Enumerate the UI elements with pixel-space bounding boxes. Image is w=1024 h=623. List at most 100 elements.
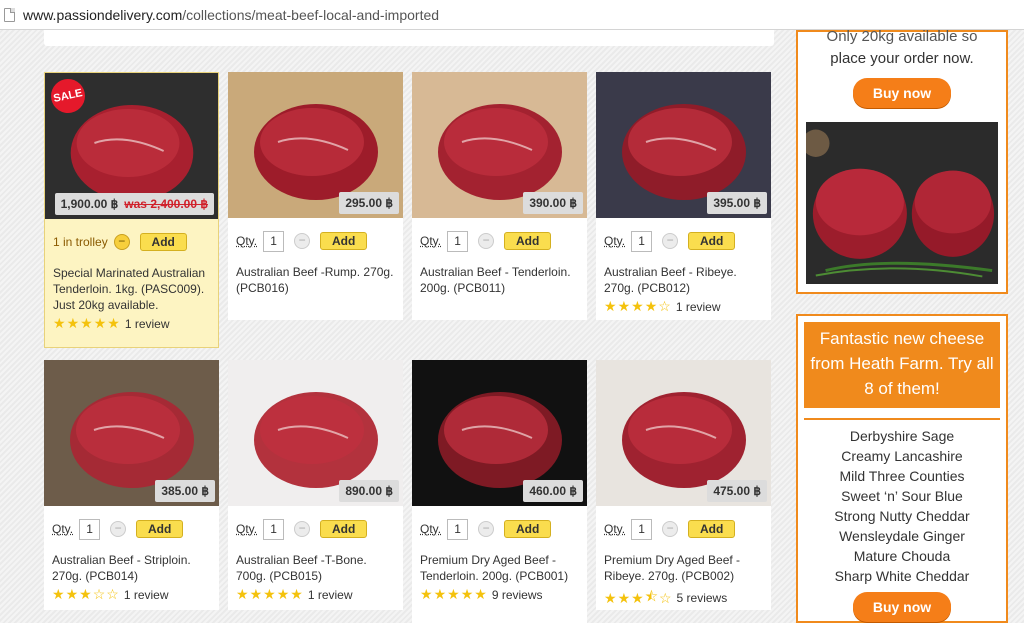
cheese-item: Derbyshire Sage [849, 428, 955, 444]
product-title[interactable]: Australian Beef -T-Bone. 700g. (PCB015) [236, 552, 395, 584]
price-tag: 460.00 ฿ [523, 480, 583, 502]
qty-input[interactable]: 1 [447, 518, 469, 540]
cheese-item: Sharp White Cheddar [834, 568, 970, 584]
product-image[interactable]: 890.00 ฿ [228, 360, 403, 506]
rating[interactable]: ★ ★ ★ ★ ☆ 1 review [604, 298, 763, 315]
add-button[interactable]: Add [136, 520, 184, 538]
rating[interactable]: ★ ★ ★ ☆ ☆ 1 review [52, 586, 211, 603]
price: 475.00 ฿ [713, 484, 761, 498]
price-tag: 385.00 ฿ [155, 480, 215, 502]
decrease-qty-button[interactable]: − [662, 521, 679, 537]
price: 395.00 ฿ [713, 196, 761, 210]
review-count[interactable]: 1 review [676, 300, 721, 314]
decrease-qty-button[interactable]: − [662, 233, 679, 249]
rating[interactable]: ★ ★ ★ ⯪ ☆ 5 reviews [604, 586, 763, 610]
decrease-qty-button[interactable]: − [478, 521, 495, 537]
product-image[interactable]: 460.00 ฿ [412, 360, 587, 506]
review-count[interactable]: 5 reviews [677, 591, 728, 605]
star-icon: ★ [263, 586, 277, 602]
rating[interactable]: ★ ★ ★ ★ ★ 1 review [53, 315, 210, 332]
price-tag: 295.00 ฿ [339, 192, 399, 214]
product-title[interactable]: Australian Beef - Ribeye. 270g. (PCB012) [604, 264, 763, 296]
decrease-qty-button[interactable]: − [113, 234, 130, 250]
qty-row: Qty. 1 − Add [420, 228, 587, 254]
review-count[interactable]: 9 reviews [492, 588, 543, 602]
product-image[interactable]: 395.00 ฿ [596, 72, 771, 218]
cheese-buy-now-button[interactable]: Buy now [853, 592, 951, 622]
qty-input[interactable]: 1 [631, 230, 653, 252]
product-image[interactable]: SALE 1,900.00 ฿ was 2,400.00 ฿ [45, 73, 218, 219]
star-icon: ★ [290, 586, 304, 602]
product-image[interactable]: 385.00 ฿ [44, 360, 219, 506]
add-button[interactable]: Add [688, 520, 736, 538]
star-icon: ☆ [92, 586, 107, 602]
product-image[interactable]: 390.00 ฿ [412, 72, 587, 218]
add-button[interactable]: Add [504, 232, 552, 250]
product-card: 460.00 ฿ Qty. 1 − Add Premium Dry Aged Bee… [412, 360, 587, 623]
add-button[interactable]: Add [320, 520, 368, 538]
star-icon: ☆ [106, 586, 120, 602]
product-title[interactable]: Australian Beef -Rump. 270g. (PCB016) [236, 264, 395, 296]
star-icon: ★ [447, 586, 461, 602]
in-trolley-label: 1 in trolley [53, 235, 108, 249]
product-card: 390.00 ฿ Qty. 1 − Add Australian Beef - Te… [412, 72, 587, 320]
product-title[interactable]: Australian Beef - Tenderloin. 200g. (PCB… [420, 264, 579, 296]
qty-input[interactable]: 1 [631, 518, 653, 540]
qty-input[interactable]: 1 [263, 230, 285, 252]
qty-row: Qty. 1 − Add [604, 228, 771, 254]
add-button[interactable]: Add [688, 232, 736, 250]
product-image[interactable]: 295.00 ฿ [228, 72, 403, 218]
product-image[interactable]: 475.00 ฿ [596, 360, 771, 506]
rating[interactable]: ★ ★ ★ ★ ★ 1 review [236, 586, 395, 603]
promo-line: place your order now. [830, 50, 974, 67]
add-button[interactable]: Add [320, 232, 368, 250]
qty-input[interactable]: 1 [79, 518, 101, 540]
product-card: 395.00 ฿ Qty. 1 − Add Australian Beef - Ri… [596, 72, 771, 320]
add-button[interactable]: Add [139, 233, 187, 251]
star-icon: ★ [53, 315, 67, 331]
rating[interactable]: ★ ★ ★ ★ ★ 9 reviews [420, 586, 579, 603]
star-icon: ★ [604, 298, 618, 314]
star-icon: ☆ [658, 298, 672, 314]
qty-row: Qty. 1 − Add [604, 516, 771, 542]
promo-product-image[interactable] [806, 122, 998, 284]
decrease-qty-button[interactable]: − [478, 233, 495, 249]
star-icon: ★ [433, 586, 448, 602]
product-title[interactable]: Premium Dry Aged Beef - Tenderloin. 200g… [420, 552, 579, 584]
product-card: 890.00 ฿ Qty. 1 − Add Australian Beef -T-B… [228, 360, 403, 610]
review-count[interactable]: 1 review [308, 588, 353, 602]
decrease-qty-button[interactable]: − [294, 521, 311, 537]
qty-input[interactable]: 1 [263, 518, 285, 540]
product-title[interactable]: Australian Beef - Striploin. 270g. (PCB0… [52, 552, 211, 584]
review-count[interactable]: 1 review [124, 588, 169, 602]
decrease-qty-button[interactable]: − [110, 521, 127, 537]
star-icon: ★ [93, 315, 108, 331]
cheese-headline[interactable]: Fantastic new cheese from Heath Farm. Tr… [804, 322, 1000, 408]
price-tag: 1,900.00 ฿ was 2,400.00 ฿ [54, 193, 214, 215]
qty-row: Qty. 1 − Add [236, 228, 403, 254]
add-button[interactable]: Add [504, 520, 552, 538]
star-icon: ★ [276, 586, 291, 602]
price: 385.00 ฿ [161, 484, 209, 498]
product-title[interactable]: Special Marinated Australian Tenderloin.… [53, 265, 210, 313]
star-icon: ★ [631, 298, 645, 314]
product-title[interactable]: Premium Dry Aged Beef - Ribeye. 270g. (P… [604, 552, 763, 584]
content-top-strip [44, 30, 774, 46]
review-count[interactable]: 1 review [125, 317, 170, 331]
price: 295.00 ฿ [345, 196, 393, 210]
qty-input[interactable]: 1 [447, 230, 469, 252]
product-card: 295.00 ฿ Qty. 1 − Add Australian Beef -Rum… [228, 72, 403, 320]
decrease-qty-button[interactable]: − [294, 233, 311, 249]
url-text[interactable]: www.passiondelivery.com/collections/meat… [23, 7, 439, 23]
star-icon: ★ [107, 315, 121, 331]
qty-label: Qty. [236, 234, 258, 248]
cheese-item: Sweet ‘n’ Sour Blue [841, 488, 963, 504]
product-card: 385.00 ฿ Qty. 1 − Add Australian Beef - St… [44, 360, 219, 610]
price-tag: 475.00 ฿ [707, 480, 767, 502]
buy-now-button[interactable]: Buy now [853, 78, 951, 108]
qty-row: Qty. 1 − Add [420, 516, 587, 542]
price: 890.00 ฿ [345, 484, 393, 498]
divider [804, 418, 1000, 420]
qty-label: Qty. [420, 522, 442, 536]
qty-label: Qty. [236, 522, 258, 536]
